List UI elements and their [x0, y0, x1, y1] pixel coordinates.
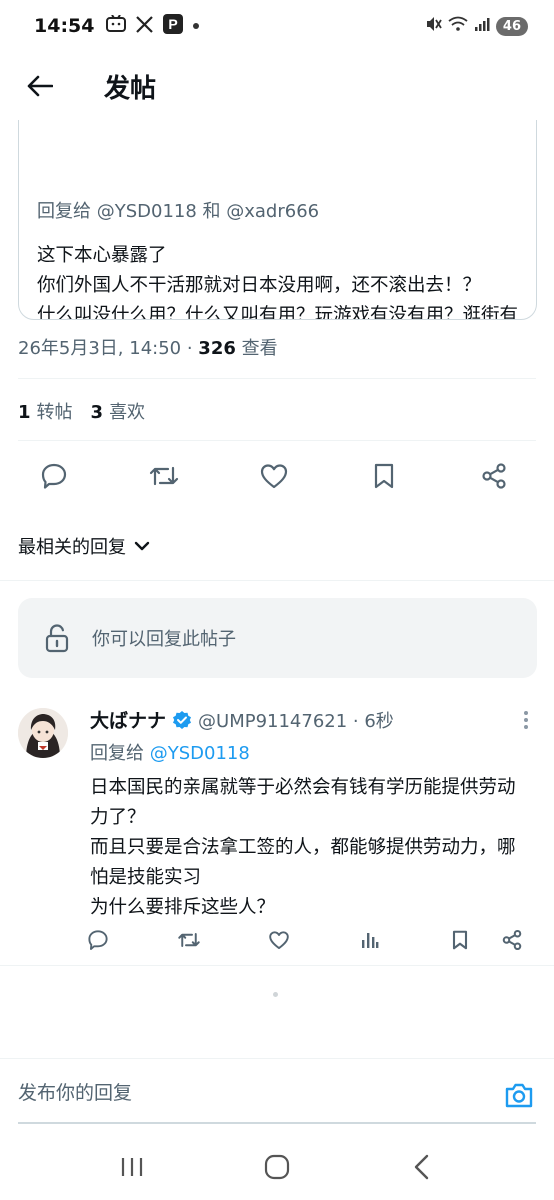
quoted-post-text: 这下本心暴露了 你们外国人不干活那就对日本没用啊，还不滚出去！？ 什么叫没什么用… [37, 245, 519, 320]
battery-indicator: 46 [495, 16, 528, 36]
analytics-icon [361, 933, 378, 948]
quoted-post-reply-to: 回复给 @YSD0118 和 @xadr666 [37, 201, 320, 222]
reply-author-name[interactable]: 大ばナナ [90, 706, 166, 733]
signal-icon [474, 16, 490, 36]
home-button[interactable] [247, 1143, 307, 1191]
notification-dot-icon [193, 23, 200, 29]
wifi-icon [448, 16, 468, 36]
chevron-left-icon [414, 1154, 428, 1180]
x-logo-icon [136, 15, 154, 37]
repost-button[interactable] [134, 452, 194, 500]
post-action-bar [24, 452, 524, 500]
reply-comment-button[interactable] [80, 924, 116, 956]
share-button[interactable] [464, 452, 524, 500]
like-button[interactable] [244, 452, 304, 500]
more-options-button[interactable] [516, 708, 536, 732]
post-meta: 26年5月3日, 14:50 · 326 查看 [18, 334, 278, 360]
reply-to-line: 回复给 @YSD0118 [90, 739, 530, 765]
recent-apps-button[interactable] [102, 1143, 162, 1191]
reposts-stat[interactable]: 1 转帖 [18, 398, 73, 424]
verified-badge-icon [172, 710, 192, 730]
repost-icon [149, 466, 179, 486]
camera-icon [505, 1083, 533, 1108]
bilibili-icon [106, 14, 127, 37]
post-stats: 1 转帖 3 喜欢 [18, 398, 145, 424]
sort-label: 最相关的回复 [18, 537, 126, 558]
reply-text: 日本国民的亲属就等于必然会有钱有学历能提供劳动力了？ 而且只要是合法拿工签的人，… [90, 777, 516, 918]
reply-permission-banner: 你可以回复此帖子 [18, 598, 537, 678]
reply-repost-button[interactable] [171, 924, 207, 956]
likes-label: 喜欢 [109, 402, 146, 423]
divider [18, 378, 536, 379]
avatar[interactable] [18, 708, 68, 758]
heart-icon [269, 931, 289, 950]
recent-apps-icon [122, 1158, 143, 1176]
divider [0, 580, 554, 581]
reply-action-bar [80, 924, 530, 956]
pixiv-icon: P [163, 14, 184, 38]
svg-text:P: P [169, 16, 178, 32]
post-timestamp: 26年5月3日, 14:50 · [18, 338, 199, 359]
view-label: 查看 [235, 338, 278, 359]
divider [0, 965, 554, 966]
reply-to-handle[interactable]: @YSD0118 [150, 743, 250, 764]
chevron-down-icon [134, 541, 150, 551]
divider [18, 440, 536, 441]
view-count: 326 [198, 338, 236, 359]
heart-icon [260, 464, 288, 489]
likes-stat[interactable]: 3 喜欢 [91, 398, 146, 424]
reposts-label: 转帖 [36, 402, 73, 423]
repost-icon [177, 933, 200, 947]
bookmark-icon [374, 463, 394, 489]
back-arrow-icon [27, 75, 53, 97]
bookmark-icon [452, 930, 468, 950]
more-vertical-icon [524, 711, 528, 729]
camera-button[interactable] [502, 1078, 536, 1112]
reply-compose-input[interactable]: 发布你的回复 [18, 1078, 132, 1105]
reply-analytics-button[interactable] [352, 924, 388, 956]
reply-header: 大ばナナ @UMP91147621 · 6秒 [90, 706, 530, 733]
reply-author-handle: @UMP91147621 · 6秒 [198, 710, 394, 732]
share-icon [482, 463, 506, 489]
status-bar: 14:54 P 46 [0, 0, 554, 52]
reply-permission-text: 你可以回复此帖子 [92, 629, 236, 650]
reply-sort-dropdown[interactable]: 最相关的回复 [18, 533, 150, 559]
status-time: 14:54 [34, 15, 95, 37]
likes-count: 3 [90, 402, 104, 423]
comment-icon [88, 930, 108, 950]
comment-icon [41, 463, 67, 489]
system-navigation-bar [0, 1134, 554, 1200]
reply-share-button[interactable] [494, 924, 530, 956]
back-nav-button[interactable] [392, 1143, 452, 1191]
loading-indicator [273, 992, 278, 997]
reposts-count: 1 [18, 402, 31, 423]
compose-underline [18, 1122, 536, 1124]
bookmark-button[interactable] [354, 452, 414, 500]
mute-icon [424, 15, 442, 37]
reply-to-prefix: 回复给 [90, 743, 150, 764]
top-app-bar: 发帖 [0, 52, 554, 120]
unlock-icon [45, 624, 69, 653]
page-title: 发帖 [104, 73, 157, 104]
reply-button[interactable] [24, 452, 84, 500]
reply-bookmark-button[interactable] [442, 924, 478, 956]
reply-like-button[interactable] [261, 924, 297, 956]
home-icon [264, 1154, 290, 1180]
share-icon [502, 929, 522, 951]
back-button[interactable] [18, 64, 62, 108]
